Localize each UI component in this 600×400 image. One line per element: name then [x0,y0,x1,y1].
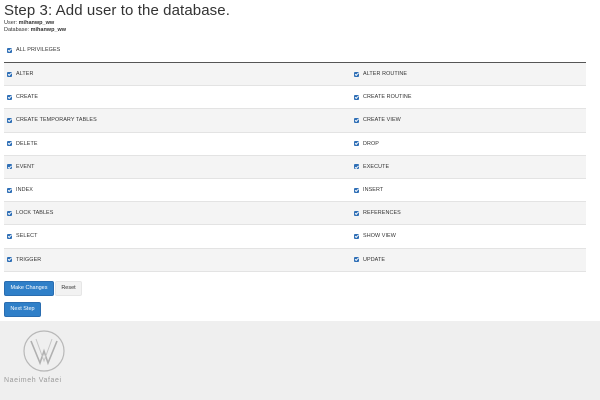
privilege-label: CREATE ROUTINE [363,94,412,101]
privilege-option[interactable]: SELECT [7,225,38,247]
privilege-label: DELETE [16,140,38,147]
page-title: Step 3: Add user to the database. [4,2,230,19]
privilege-option[interactable]: CREATE TEMPORARY TABLES [7,109,97,131]
watermark-logo-icon [23,330,65,372]
privilege-option[interactable]: CREATE VIEW [354,109,401,131]
privilege-checkbox[interactable] [7,141,12,147]
privilege-checkbox[interactable] [7,117,12,123]
next-step-button[interactable]: Next Step [4,302,41,317]
page: Step 3: Add user to the database. User: … [0,0,600,321]
reset-button[interactable]: Reset [55,281,82,296]
table-row: LOCK TABLES REFERENCES [4,202,586,226]
make-changes-button[interactable]: Make Changes [4,281,54,296]
footer: Naeimeh Vafaei [0,321,600,400]
privilege-label: EXECUTE [363,163,390,170]
privilege-label: UPDATE [363,256,386,263]
privilege-option[interactable]: CREATE [7,86,38,108]
user-label: User: [4,20,18,26]
privilege-checkbox[interactable] [7,164,12,170]
privilege-option[interactable]: INDEX [7,179,33,201]
all-privileges-option[interactable]: ALL PRIVILEGES [7,46,60,54]
privilege-option[interactable]: LOCK TABLES [7,202,53,224]
database-value: mihanwp_ww [30,27,67,33]
table-row: INDEX INSERT [4,178,586,203]
table-row: EVENT EXECUTE [4,155,586,179]
privilege-label: REFERENCES [363,210,401,217]
privilege-label: INSERT [363,186,384,193]
privilege-option[interactable]: SHOW VIEW [354,225,396,247]
privilege-label: TRIGGER [16,256,42,263]
privilege-option[interactable]: ALTER ROUTINE [354,63,407,85]
privilege-label: INDEX [16,186,33,193]
privilege-checkbox[interactable] [354,117,359,123]
privilege-label: ALTER ROUTINE [363,71,408,77]
privilege-checkbox[interactable] [7,257,12,263]
privilege-option[interactable]: ALTER [7,63,33,85]
privilege-checkbox[interactable] [354,187,359,193]
privilege-checkbox[interactable] [354,164,359,170]
privilege-label: LOCK TABLES [16,210,54,217]
privilege-label: CREATE VIEW [363,117,401,124]
privilege-option[interactable]: DROP [354,133,379,155]
privilege-checkbox[interactable] [7,210,12,216]
privilege-checkbox[interactable] [7,187,12,193]
privilege-option[interactable]: DELETE [7,133,38,155]
privilege-option[interactable]: CREATE ROUTINE [354,86,412,108]
privilege-label: SELECT [16,233,38,240]
privilege-label: DROP [363,140,379,147]
privilege-checkbox[interactable] [7,233,12,239]
privilege-option[interactable]: REFERENCES [354,202,401,224]
privilege-checkbox[interactable] [354,94,359,100]
privilege-label: CREATE TEMPORARY TABLES [16,117,97,124]
privilege-option[interactable]: INSERT [354,179,383,201]
all-privileges-checkbox[interactable] [7,47,12,53]
all-privileges-label: ALL PRIVILEGES [16,47,61,53]
user-info: User: mihanwp_ww [4,20,54,26]
privilege-checkbox[interactable] [354,233,359,239]
privilege-label: EVENT [16,163,35,170]
privilege-option[interactable]: EXECUTE [354,156,389,178]
table-row: CREATE CREATE ROUTINE [4,86,586,110]
privilege-checkbox[interactable] [354,210,359,216]
privilege-option[interactable]: UPDATE [354,249,385,271]
database-info: Database: mihanwp_ww [4,27,66,33]
table-row: SELECT SHOW VIEW [4,225,586,249]
database-label: Database: [4,27,30,33]
privilege-label: ALTER [16,71,34,77]
privileges-table: ALTER ALTER ROUTINE CREATE CREATE ROUTIN… [4,62,586,272]
privilege-option[interactable]: TRIGGER [7,249,41,271]
table-row: TRIGGER UPDATE [4,248,586,272]
privilege-checkbox[interactable] [354,141,359,147]
user-value: mihanwp_ww [18,20,55,26]
privilege-checkbox[interactable] [354,257,359,263]
table-row: ALTER ALTER ROUTINE [4,63,586,87]
privilege-label: SHOW VIEW [363,233,396,240]
table-row: CREATE TEMPORARY TABLES CREATE VIEW [4,109,586,133]
privilege-checkbox[interactable] [354,71,359,77]
table-row: DELETE DROP [4,132,586,156]
privilege-checkbox[interactable] [7,71,12,77]
privilege-checkbox[interactable] [7,94,12,100]
privilege-option[interactable]: EVENT [7,156,34,178]
privilege-label: CREATE [16,94,39,101]
watermark-text: Naeimeh Vafaei [4,377,62,384]
